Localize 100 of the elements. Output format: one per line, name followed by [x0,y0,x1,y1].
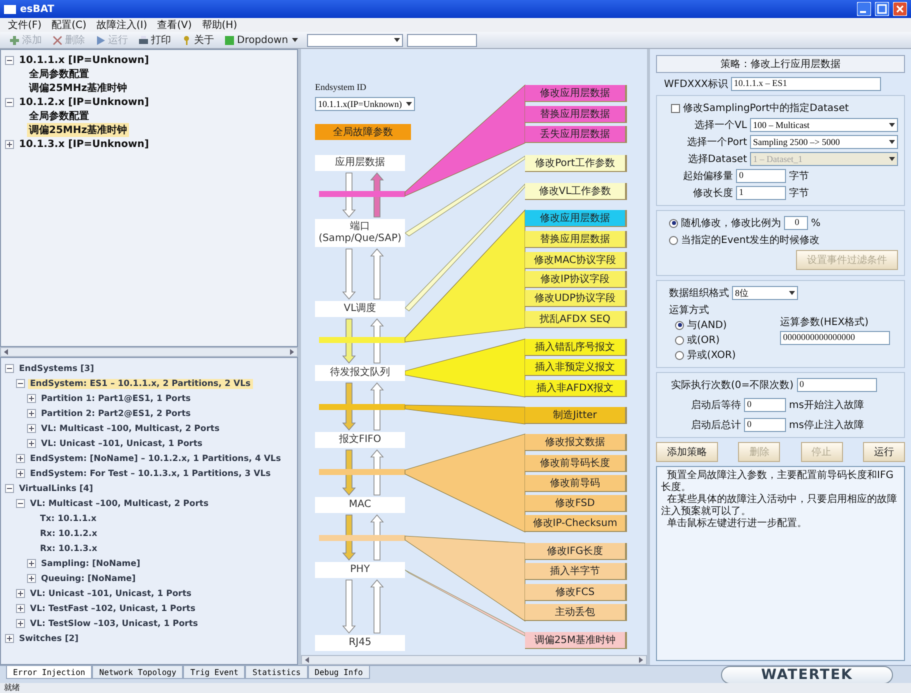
expand-icon[interactable] [27,424,36,434]
tree-item[interactable]: 10.1.1.x [IP=Unknown] [17,54,151,66]
scroll-right-icon[interactable] [638,657,644,663]
layer-node[interactable]: 应用层数据 [315,155,405,171]
layer-node[interactable]: RJ45 [315,635,405,651]
scroll-right-icon[interactable] [289,349,295,356]
tree-item[interactable]: 全局参数配置 [27,109,91,123]
checkbox[interactable] [671,104,680,112]
fault-option-button[interactable]: 修改IP协议字段 [525,271,627,288]
maximize-icon[interactable] [875,2,889,16]
fault-option-button[interactable]: 插入非预定义报文 [525,359,627,376]
fault-option-button[interactable]: 调偏25M基准时钟 [525,632,627,649]
tree-item[interactable]: Rx: 10.1.3.x [38,544,100,554]
fault-option-button[interactable]: 修改MAC协议字段 [525,252,627,269]
action-button[interactable]: 添加策略 [656,442,718,462]
collapse-icon[interactable] [5,98,14,106]
tree-item[interactable]: VL: Unicast –101, Unicast, 1 Ports [28,588,194,599]
fault-option-button[interactable]: 替换应用层数据 [525,231,627,248]
select-field[interactable]: Sampling 2500 –> 5000 [750,135,898,149]
fault-option-button[interactable]: 修改前导码长度 [525,455,627,472]
toolbar-button[interactable]: Dropdown [221,32,304,48]
expand-icon[interactable] [5,634,14,644]
input-field[interactable]: 1 [736,186,786,200]
fault-option-button[interactable]: 插入错乱序号报文 [525,339,627,356]
scrollbar[interactable] [0,347,298,358]
fault-option-button[interactable]: 扰乱AFDX SEQ [525,311,627,328]
fault-option-button[interactable]: 修改VL工作参数 [525,183,627,200]
toolbar-button[interactable]: 打印 [135,32,174,48]
tree-item[interactable]: Queuing: [NoName] [39,574,138,584]
bottom-tab[interactable]: Trig Event [183,666,246,679]
expand-icon[interactable] [16,454,25,464]
collapse-icon[interactable] [5,364,14,374]
menu-item[interactable]: 查看(V) [157,18,192,32]
tree-item[interactable]: 调偏25MHz基准时钟 [27,81,130,95]
fault-option-button[interactable]: 修改前导码 [525,475,627,492]
scroll-left-icon[interactable] [3,349,9,356]
action-button[interactable]: 运行 [862,442,905,462]
layer-node[interactable]: 端口 (Samp/Que/SAP) [315,219,405,247]
fault-option-button[interactable]: 替换应用层数据 [525,106,627,123]
fault-option-button[interactable]: 插入半字节 [525,563,627,580]
expand-icon[interactable] [27,439,36,448]
fault-option-button[interactable]: 丢失应用层数据 [525,126,627,143]
toolbar-button[interactable]: 关于 [178,32,217,48]
expand-icon[interactable] [27,409,36,418]
layer-node[interactable]: MAC [315,497,405,513]
collapse-icon[interactable] [5,56,14,64]
fault-option-button[interactable]: 修改应用层数据 [525,85,627,102]
close-icon[interactable] [893,2,907,16]
select-field[interactable]: 100 – Multicast [750,118,898,132]
tree-item[interactable]: 调偏25MHz基准时钟 [27,123,130,137]
tree-item[interactable]: VL: Multicast –100, Multicast, 2 Ports [39,424,222,434]
tree-item[interactable]: VirtualLinks [4] [17,484,96,494]
bottom-tab[interactable]: Statistics [245,666,308,679]
fault-option-button[interactable]: 主动丢包 [525,604,627,621]
fault-option-button[interactable]: 修改报文数据 [525,434,627,451]
radio-button[interactable] [669,236,678,244]
expand-icon[interactable] [27,559,36,568]
time-field[interactable]: 0 [744,398,786,412]
tree-item[interactable]: Tx: 10.1.1.x [38,514,98,524]
input-field[interactable]: 0 [736,169,786,183]
endsystem-select[interactable]: 10.1.1.x(IP=Unknown) [315,97,415,111]
menu-item[interactable]: 帮助(H) [202,18,238,32]
global-params-button[interactable]: 全局故障参数 [315,124,411,140]
menu-item[interactable]: 故障注入(I) [96,18,148,32]
minimize-icon[interactable] [857,2,871,16]
collapse-icon[interactable] [5,484,14,494]
tree-item[interactable]: EndSystem: For Test – 10.1.3.x, 1 Partitions, 3 VLs [28,468,273,479]
tree-item[interactable]: 全局参数配置 [27,67,91,81]
toolbar-combo[interactable] [307,34,404,46]
tree-item[interactable]: Sampling: [NoName] [39,558,142,569]
tree-item[interactable]: Partition 1: Part1@ES1, 1 Ports [39,394,193,404]
fault-option-button[interactable]: 插入非AFDX报文 [525,380,627,397]
collapse-icon[interactable] [16,379,25,388]
bottom-tab[interactable]: Debug Info [308,666,370,679]
tree-item[interactable]: EndSystem: ES1 – 10.1.1.x, 2 Partitions, 2 VLs [28,378,253,389]
expand-icon[interactable] [27,574,36,584]
tree-item[interactable]: EndSystem: [NoName] – 10.1.2.x, 1 Partitions, 4 VLs [28,454,283,464]
tree-item[interactable]: 10.1.2.x [IP=Unknown] [17,96,151,108]
layer-node[interactable]: VL调度 [315,301,405,317]
tree-item[interactable]: EndSystems [3] [17,364,96,374]
toolbar-field[interactable] [407,34,478,46]
id-field[interactable]: 10.1.1.x – ES1 [730,77,881,91]
layer-node[interactable]: 报文FIFO [315,432,405,448]
count-field[interactable]: 0 [796,378,877,392]
fault-option-button[interactable]: 修改IFG长度 [525,543,627,560]
ratio-field[interactable]: 0 [784,216,808,230]
fault-option-button[interactable]: 修改Port工作参数 [525,155,627,172]
tree-item[interactable]: VL: TestSlow –103, Unicast, 1 Ports [28,618,200,629]
layer-node[interactable]: 待发报文队列 [315,365,405,381]
expand-icon[interactable] [16,469,25,478]
radio-button[interactable] [675,336,684,344]
bottom-tab[interactable]: Error Injection [6,666,92,679]
expand-icon[interactable] [16,619,25,628]
scrollbar[interactable] [301,655,647,665]
expand-icon[interactable] [5,140,14,148]
layer-node[interactable]: PHY [315,562,405,578]
fault-option-button[interactable]: 修改IP-Checksum [525,515,627,532]
expand-icon[interactable] [16,589,25,598]
tree-item[interactable]: Partition 2: Part2@ES1, 2 Ports [39,408,193,419]
tree-item[interactable]: Switches [2] [17,634,81,644]
